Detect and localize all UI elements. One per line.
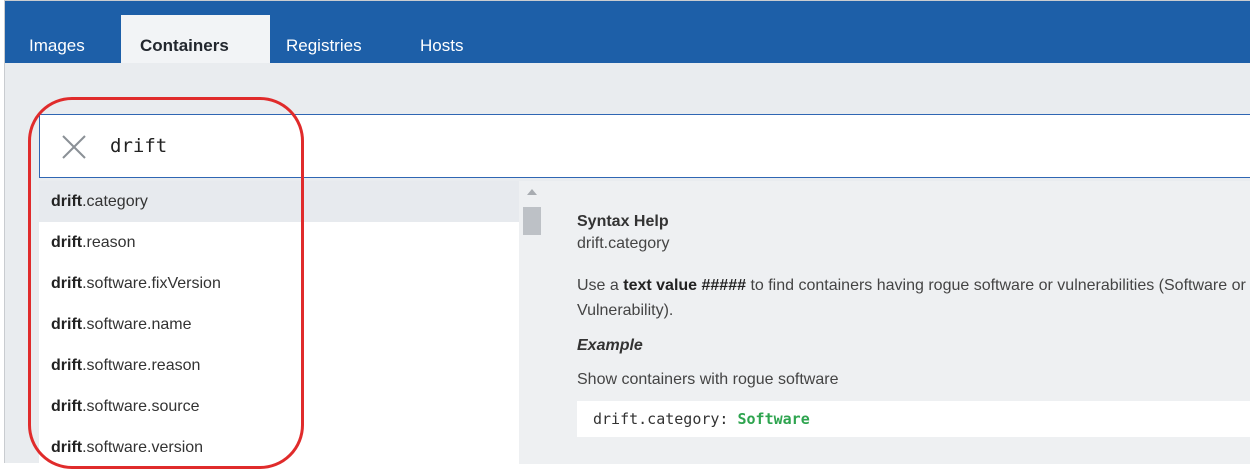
tab-label: Containers (140, 36, 229, 55)
syntax-help-panel: Syntax Help drift.category Use a text va… (545, 181, 1250, 464)
match-text: drift (51, 357, 83, 374)
example-heading: Example (577, 337, 643, 354)
suggestion-suffix: .software.version (82, 439, 204, 456)
tab-label: Hosts (420, 36, 464, 55)
suggestion-item[interactable]: drift.software.name (39, 304, 519, 345)
tab-label: Registries (286, 36, 362, 55)
tab-label: Images (29, 36, 85, 55)
suggestion-item[interactable]: drift.software.reason (39, 345, 519, 386)
tab-registries[interactable]: Registries (270, 15, 403, 63)
code-key: drift.category: (593, 410, 738, 428)
suggestion-suffix: .software.reason (82, 357, 201, 374)
suggestion-item[interactable]: drift.software.source (39, 386, 519, 427)
app-window: Images Containers Registries Hosts drift… (4, 0, 1250, 464)
code-value: Software (737, 410, 810, 428)
match-text: drift (51, 398, 83, 415)
suggestion-suffix: .category (82, 193, 148, 210)
tab-images[interactable]: Images (5, 15, 121, 63)
help-description: Use a text value ##### to find container… (577, 273, 1247, 323)
match-text: drift (51, 234, 83, 251)
suggestion-list: drift.category drift.reason drift.softwa… (39, 181, 519, 464)
top-navigation: Images Containers Registries Hosts (5, 1, 1250, 63)
suggestion-scrollbar[interactable] (519, 181, 545, 464)
tab-containers[interactable]: Containers (121, 15, 270, 63)
close-icon[interactable] (60, 133, 88, 161)
suggestion-item[interactable]: drift.software.version (39, 427, 519, 464)
match-text: drift (51, 275, 83, 292)
suggestion-item[interactable]: drift.reason (39, 222, 519, 263)
suggestion-suffix: .software.name (82, 316, 192, 333)
search-bar[interactable]: drift (39, 114, 1250, 178)
desc-text: Use a (577, 277, 624, 294)
scroll-up-icon[interactable] (527, 189, 537, 195)
match-text: drift (51, 316, 83, 333)
tab-hosts[interactable]: Hosts (403, 15, 493, 63)
example-code-block: drift.category: Software (577, 401, 1250, 437)
suggestion-suffix: .software.fixVersion (82, 275, 221, 292)
example-code: drift.category: Software (593, 410, 810, 428)
search-input[interactable]: drift (110, 135, 167, 157)
suggestion-suffix: .reason (82, 234, 136, 251)
suggestion-item[interactable]: drift.software.fixVersion (39, 263, 519, 304)
suggestion-suffix: .software.source (82, 398, 200, 415)
help-field-name: drift.category (577, 235, 670, 252)
example-description: Show containers with rogue software (577, 371, 839, 388)
help-title: Syntax Help (577, 213, 669, 230)
suggestion-item[interactable]: drift.category (39, 181, 519, 222)
match-text: drift (51, 439, 83, 456)
match-text: drift (51, 193, 83, 210)
desc-bold-text: text value ##### (623, 277, 746, 294)
scroll-thumb[interactable] (523, 207, 541, 235)
